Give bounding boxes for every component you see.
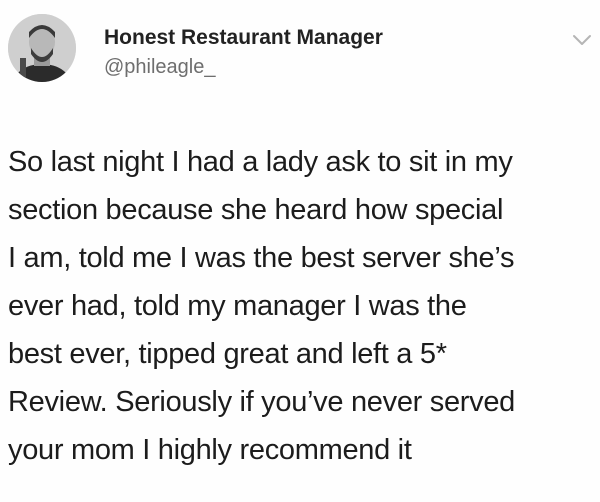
tweet-line: So last night I had a lady ask to sit in… xyxy=(8,146,513,178)
user-handle[interactable]: @phileagle_ xyxy=(104,56,216,79)
tweet-line: I am, told me I was the best server she’… xyxy=(8,242,515,274)
display-name[interactable]: Honest Restaurant Manager xyxy=(104,26,383,50)
tweet-line: Review. Seriously if you’ve never served xyxy=(8,386,516,418)
tweet-text: So last night I had a lady ask to sit in… xyxy=(8,138,596,474)
tweet-line: best ever, tipped great and left a 5* xyxy=(8,338,447,370)
tweet-line: your mom I highly recommend it xyxy=(8,434,412,466)
chevron-down-icon[interactable] xyxy=(570,28,594,52)
avatar-photo-icon xyxy=(8,14,76,82)
tweet-line: ever had, told my manager I was the xyxy=(8,290,467,322)
tweet-line: section because she heard how special xyxy=(8,194,504,226)
tweet-card: Honest Restaurant Manager @phileagle_ So… xyxy=(0,0,600,502)
avatar[interactable] xyxy=(8,14,76,82)
